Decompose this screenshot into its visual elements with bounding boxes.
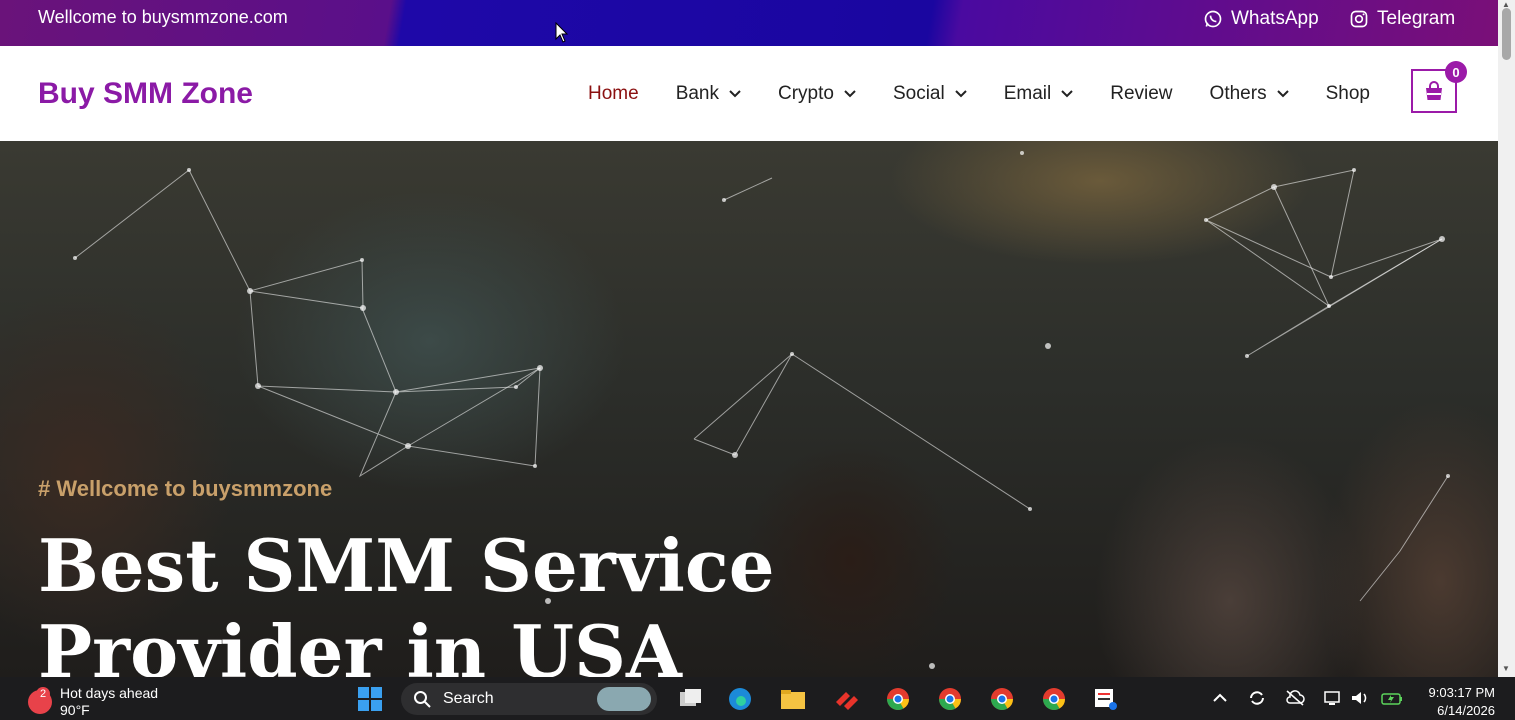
hero-title: Best SMM Service Provider in USA xyxy=(38,523,775,677)
nav-label: Home xyxy=(588,83,639,104)
nav-label: Email xyxy=(1003,83,1052,104)
taskbar-search[interactable]: Search xyxy=(401,683,657,715)
chevron-up-icon[interactable] xyxy=(1210,689,1230,707)
nav-item-bank[interactable]: Bank xyxy=(676,83,741,105)
page-scrollbar[interactable]: ▲ ▼ xyxy=(1498,0,1515,677)
weather-temp: 90°F xyxy=(60,702,90,718)
nav-label: Bank xyxy=(675,83,719,104)
nav-item-others[interactable]: Others xyxy=(1210,83,1289,105)
main-nav: Home Bank Crypto Social Email Review Oth… xyxy=(588,83,1407,105)
chrome-profile-icon[interactable] xyxy=(988,686,1016,712)
nav-item-review[interactable]: Review xyxy=(1110,83,1172,105)
chrome-browser-icon[interactable] xyxy=(884,686,912,712)
chevron-down-icon xyxy=(1276,90,1289,98)
nav-item-social[interactable]: Social xyxy=(893,83,967,105)
whatsapp-link[interactable]: WhatsApp xyxy=(1203,8,1319,30)
search-label: Search xyxy=(443,690,494,707)
search-icon xyxy=(414,691,431,708)
cart-button[interactable]: 0 xyxy=(1411,61,1467,113)
nav-label: Social xyxy=(892,83,945,104)
site-header: Buy SMM Zone Home Bank Crypto Social Ema… xyxy=(0,46,1498,141)
system-clock[interactable]: 9:03:17 PM 6/14/2026 xyxy=(1413,684,1496,720)
chevron-down-icon xyxy=(844,90,856,98)
task-view-icon[interactable] xyxy=(676,686,704,712)
cart-count-badge: 0 xyxy=(1445,61,1467,83)
chrome-profile-icon[interactable] xyxy=(936,686,964,712)
hero-subtitle: # Wellcome to buysmmzone xyxy=(38,476,333,501)
chrome-browser-icon[interactable] xyxy=(1040,686,1068,712)
top-announcement-bar: Wellcome to buysmmzone.com WhatsApp Tele… xyxy=(0,0,1498,46)
nav-label: Crypto xyxy=(778,83,834,104)
windows-start-icon[interactable] xyxy=(356,686,384,712)
whatsapp-label: WhatsApp xyxy=(1231,8,1319,29)
anydesk-icon[interactable] xyxy=(832,686,860,712)
snipping-tool-icon[interactable] xyxy=(1092,686,1120,712)
telegram-label: Telegram xyxy=(1377,8,1456,29)
clock-date: 6/14/2026 xyxy=(1437,703,1495,718)
weather-title: Hot days ahead xyxy=(60,685,159,701)
telegram-link[interactable]: Telegram xyxy=(1349,8,1455,30)
scroll-down-icon[interactable]: ▼ xyxy=(1502,664,1510,673)
instagram-icon xyxy=(1350,10,1368,28)
scroll-thumb[interactable] xyxy=(1502,8,1511,60)
clock-time: 9:03:17 PM xyxy=(1428,685,1496,700)
nav-label: Others xyxy=(1209,83,1267,104)
thermometer-icon: 2 xyxy=(28,687,52,714)
site-logo[interactable]: Buy SMM Zone xyxy=(38,77,253,111)
chevron-down-icon xyxy=(955,90,967,98)
nav-item-home[interactable]: Home xyxy=(588,83,639,105)
file-explorer-icon[interactable] xyxy=(779,686,807,712)
search-highlight-icon xyxy=(597,687,651,711)
windows-taskbar: 2 Hot days ahead 90°F Search 9:03:17 PM … xyxy=(0,677,1515,720)
welcome-text: Wellcome to buysmmzone.com xyxy=(38,7,288,27)
edge-browser-icon[interactable] xyxy=(726,686,754,712)
network-icon[interactable] xyxy=(1323,689,1343,707)
weather-widget[interactable]: 2 Hot days ahead 90°F xyxy=(28,685,158,719)
cloud-off-icon[interactable] xyxy=(1285,689,1305,707)
hero-banner: # Wellcome to buysmmzone Best SMM Servic… xyxy=(0,141,1498,677)
sync-icon[interactable] xyxy=(1247,689,1267,707)
nav-item-shop[interactable]: Shop xyxy=(1326,83,1370,105)
chevron-down-icon xyxy=(1061,90,1073,98)
nav-label: Shop xyxy=(1325,83,1370,104)
nav-item-crypto[interactable]: Crypto xyxy=(778,83,856,105)
nav-label: Review xyxy=(1110,83,1173,104)
whatsapp-icon xyxy=(1204,10,1222,28)
nav-item-email[interactable]: Email xyxy=(1004,83,1074,105)
chevron-down-icon xyxy=(729,90,741,98)
battery-charging-icon[interactable] xyxy=(1380,689,1404,707)
weather-badge: 2 xyxy=(36,687,50,701)
shopping-bag-icon xyxy=(1426,81,1442,100)
volume-icon[interactable] xyxy=(1350,689,1370,707)
mouse-cursor-icon xyxy=(555,22,569,43)
